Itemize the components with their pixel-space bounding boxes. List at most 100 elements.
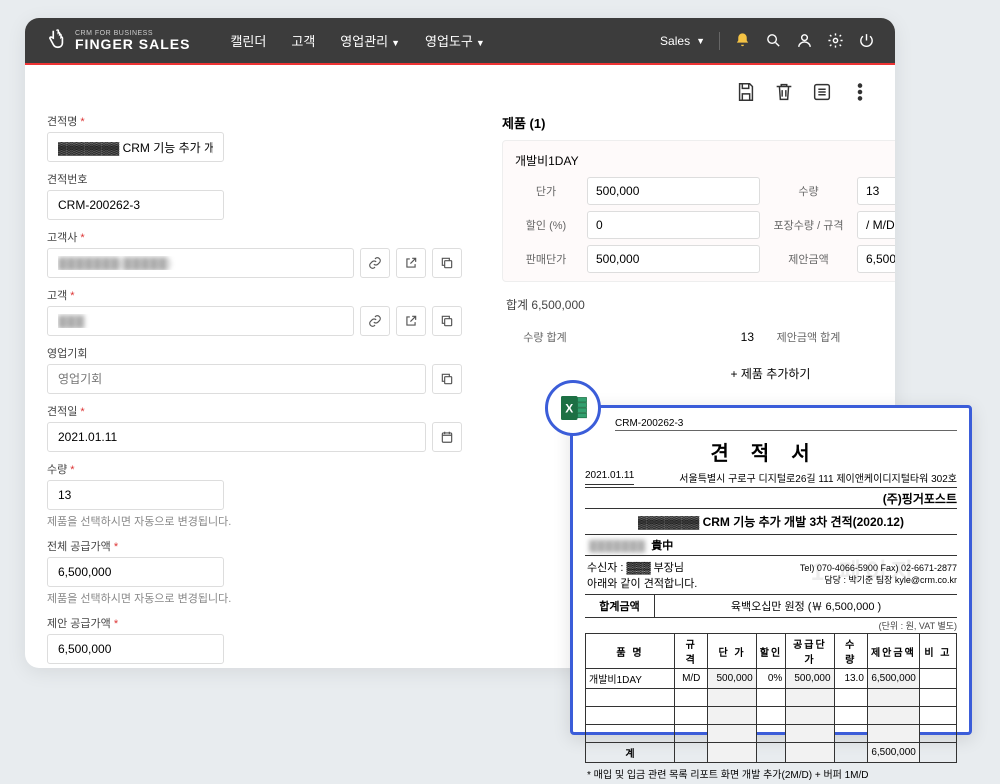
quote-name-label: 견적명 [47,113,462,129]
topbar: CRM FOR BUSINESS FINGER SALES 캘린더 고객 영업관… [25,18,895,63]
gear-icon[interactable] [827,32,844,49]
quote-preview: X CRM-200262-3 견적서 2021.01.11 서울특별시 구로구 … [570,405,972,735]
copy-icon[interactable] [432,364,462,394]
amount-input[interactable] [857,245,895,273]
bell-icon[interactable] [734,32,751,49]
th-spec: 규 격 [675,634,708,669]
propose-amount-label: 제안 공급가액 [47,615,462,631]
calendar-icon[interactable] [432,422,462,452]
th-name: 품 명 [586,634,675,669]
account-input[interactable] [47,248,354,278]
quote-name-input[interactable] [47,132,224,162]
supply-hint: 제품을 선택하시면 자동으로 변경됩니다. [47,590,462,606]
product-card: 개발비1DAY 단가 수량 할인 (%) 포장수량 / 규격 판매단가 제안금액 [502,140,895,282]
quote-doc-date: 2021.01.11 [585,470,634,485]
pack-input[interactable] [857,211,895,239]
link-icon[interactable] [360,248,390,278]
logo: CRM FOR BUSINESS FINGER SALES [45,28,190,53]
quote-unit-note: (단위 : 원, VAT 별도) [585,618,957,633]
quote-doc-title: 견적서 [585,437,957,466]
quote-recipient: 수신자 : ▓▓▓ 부장님 [587,559,750,575]
save-button[interactable] [733,79,759,105]
quote-doc-company: (주)핑거포스트 [585,488,957,509]
open-icon[interactable] [396,306,426,336]
th-amount: 제안금액 [867,634,919,669]
contact-label: 고객 [47,287,462,303]
table-row: 개발비1DAY M/D 500,000 0% 500,000 13.0 6,50… [586,669,957,689]
prod-qty-label: 수량 [766,177,851,205]
account-label: 고객사 [47,229,462,245]
unitprice-input[interactable] [587,177,760,205]
th-note: 비 고 [919,634,956,669]
quote-doc-number: CRM-200262-3 [615,418,957,431]
excel-badge-icon: X [545,380,601,436]
th-qty: 수 량 [834,634,867,669]
quote-number-label: 견적번호 [47,171,462,187]
pointer-icon [45,28,67,53]
product-name: 개발비1DAY [515,152,579,169]
search-icon[interactable] [765,32,782,49]
open-icon[interactable] [396,248,426,278]
discount-input[interactable] [587,211,760,239]
amt-total-label: 제안금액 합계 [766,323,851,351]
product-section-title: 제품 (1) [502,113,545,132]
quote-greeting: 아래와 같이 견적합니다. [587,575,750,591]
nav-calendar[interactable]: 캘린더 [230,31,266,50]
quote-contact-person: 담당 : 박기준 팀장 kyle@crm.co.kr [752,575,957,587]
copy-icon[interactable] [432,306,462,336]
nav-sales-mgmt[interactable]: 영업관리▼ [340,31,400,50]
pack-label: 포장수량 / 규격 [766,211,851,239]
opportunity-input[interactable] [47,364,426,394]
quote-table: 품 명 규 격 단 가 할인 공급단가 수 량 제안금액 비 고 개발비1DAY… [585,633,957,763]
quote-doc-subject: ▓▓▓▓▓▓▓ CRM 기능 추가 개발 3차 견적(2020.12) [585,509,957,535]
quote-amount-label: 합계금액 [585,595,655,617]
power-icon[interactable] [858,32,875,49]
form-left: 견적명 견적번호 고객사 고객 [47,113,462,668]
logo-title: FINGER SALES [75,37,190,51]
delete-button[interactable] [771,79,797,105]
table-row [586,725,957,743]
supply-amount-input[interactable] [47,557,224,587]
divider [719,32,720,50]
chevron-down-icon: ▼ [391,38,400,48]
propose-amount-input[interactable] [47,634,224,664]
opportunity-label: 영업기회 [47,345,462,361]
quote-doc-address: 서울특별시 구로구 디지털로26길 111 제이앤케이디지털타워 302호 [679,470,957,485]
svg-text:X: X [565,402,573,416]
th-supply: 공급단가 [786,634,834,669]
propose-hint: 제품을 선택하시면 자동으로 변경됩니다. [47,667,462,668]
supply-amount-label: 전체 공급가액 [47,538,462,554]
quote-attn: ▓▓▓▓▓▓▓ 貴中 [589,537,673,553]
qty-hint: 제품을 선택하시면 자동으로 변경됩니다. [47,513,462,529]
qty-label: 수량 [47,461,462,477]
qty-total-value: 13 [586,330,760,344]
copy-icon[interactable] [432,248,462,278]
quote-amount-value: 육백오십만 원정 (￦ 6,500,000 ) [655,595,957,617]
th-disc: 할인 [756,634,786,669]
chevron-down-icon: ▼ [696,36,705,46]
list-button[interactable] [809,79,835,105]
main-nav: 캘린더 고객 영업관리▼ 영업도구▼ [230,31,484,50]
nav-customer[interactable]: 고객 [291,31,315,50]
unitprice-label: 단가 [511,177,581,205]
sellprice-input[interactable] [587,245,760,273]
user-icon[interactable] [796,32,813,49]
chevron-down-icon: ▼ [476,38,485,48]
sales-dropdown[interactable]: Sales ▼ [654,34,705,48]
quote-date-label: 견적일 [47,403,462,419]
prod-qty-input[interactable] [857,177,895,205]
nav-sales-tools[interactable]: 영업도구▼ [425,31,485,50]
amount-label: 제안금액 [766,245,851,273]
product-sum: 합계 6,500,000 [502,290,895,319]
more-button[interactable] [847,79,873,105]
quote-footnote: * 매입 및 입금 관련 목록 리포트 화면 개발 추가(2M/D) + 버퍼 … [585,763,957,784]
link-icon[interactable] [360,306,390,336]
table-row [586,707,957,725]
qty-total-label: 수량 합계 [510,323,580,351]
quote-date-input[interactable] [47,422,426,452]
contact-input[interactable] [47,306,354,336]
th-unit: 단 가 [708,634,756,669]
qty-input[interactable] [47,480,224,510]
quote-number-input[interactable] [47,190,224,220]
sellprice-label: 판매단가 [511,245,581,273]
